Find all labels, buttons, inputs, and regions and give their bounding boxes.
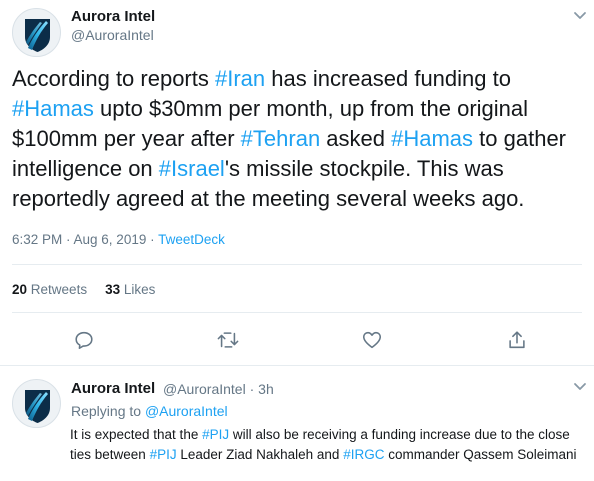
retweet-icon [217,332,239,348]
engagement-stats: 20 Retweets 33 Likes [12,282,155,297]
tweet-text-segment: asked [320,126,392,151]
hashtag-link[interactable]: #Israel [159,156,225,181]
author-handle[interactable]: @AuroraIntel [163,381,246,397]
hashtag-link[interactable]: #Hamas [391,126,473,151]
hashtag-link[interactable]: #PIJ [150,447,177,462]
likes-label: Likes [123,282,156,297]
retweets-count: 20 [12,282,28,297]
author-handle[interactable]: @AuroraIntel [71,27,154,43]
tweet-text-segment: Leader Ziad Nakhaleh and [176,447,344,462]
replying-to-link[interactable]: @AuroraIntel [145,403,228,419]
replying-to-prefix: Replying to [71,403,145,419]
tweet-text: According to reports #Iran has increased… [12,64,582,214]
author-name[interactable]: Aurora Intel [71,8,155,25]
tweet-text-segment: has increased funding to [265,66,511,91]
heart-icon [362,331,382,349]
share-button[interactable] [504,328,530,352]
aurora-logo-icon [25,390,50,423]
tweet-time[interactable]: 3h [258,381,274,397]
tweet-text: It is expected that the #PIJ will also b… [70,425,588,465]
tweet-text-segment: commander Qassem Soleimani [384,447,577,462]
hashtag-link[interactable]: #IRGC [343,447,384,462]
tweet-time[interactable]: 6:32 PM · Aug 6, 2019 · [12,232,158,247]
replying-to: Replying to @AuroraIntel [71,403,228,419]
likes-stat[interactable]: 33 Likes [105,282,155,297]
more-options-button[interactable] [569,7,591,25]
retweets-stat[interactable]: 20 Retweets [12,282,87,297]
tweet-text-segment: It is expected that the [70,427,203,442]
like-button[interactable] [359,328,385,352]
tweet-source-link[interactable]: TweetDeck [158,232,225,247]
hashtag-link[interactable]: #Tehran [241,126,321,151]
reply-icon [75,331,93,350]
tweet-text-segment: According to reports [12,66,215,91]
reply-button[interactable] [71,328,97,352]
hashtag-link[interactable]: #Iran [215,66,265,91]
tweet-timestamp: 6:32 PM · Aug 6, 2019 · TweetDeck [12,232,225,247]
likes-count: 33 [105,282,121,297]
author-name[interactable]: Aurora Intel [71,380,155,397]
more-options-button[interactable] [569,378,591,396]
chevron-down-icon [574,12,586,19]
avatar[interactable] [12,379,61,428]
divider [12,264,582,265]
divider [12,312,582,313]
aurora-logo-icon [25,19,50,52]
chevron-down-icon [574,383,586,390]
avatar[interactable] [12,8,61,57]
hashtag-link[interactable]: #Hamas [12,96,94,121]
share-icon [509,331,525,349]
main-tweet: Aurora Intel @AuroraIntel According to r… [0,0,594,366]
retweet-button[interactable] [215,328,241,352]
hashtag-link[interactable]: #PIJ [202,427,229,442]
reply-header-meta: @AuroraIntel · 3h [163,381,274,397]
reply-tweet[interactable]: Aurora Intel @AuroraIntel · 3h Replying … [0,366,594,481]
retweets-label: Retweets [30,282,88,297]
